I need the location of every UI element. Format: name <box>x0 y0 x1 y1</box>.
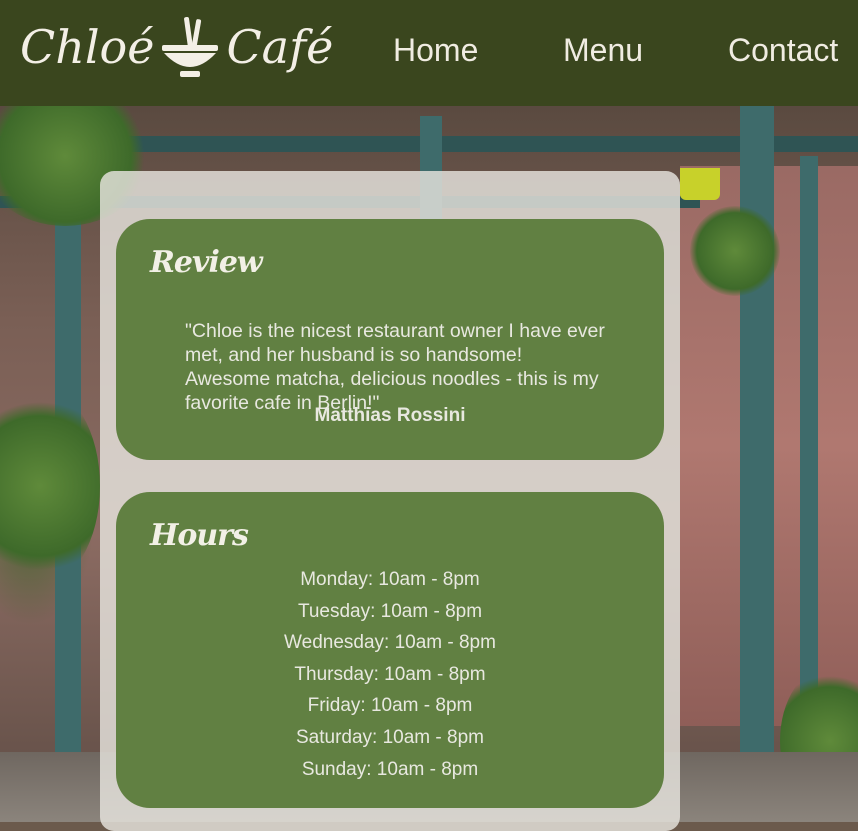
review-title: Review <box>150 245 263 280</box>
review-card: Review "Chloe is the nicest restaurant o… <box>116 219 664 460</box>
hours-card: Hours Monday: 10am - 8pm Tuesday: 10am -… <box>116 492 664 808</box>
review-quote: "Chloe is the nicest restaurant owner I … <box>185 319 605 414</box>
hours-list: Monday: 10am - 8pm Tuesday: 10am - 8pm W… <box>116 564 664 785</box>
hours-wednesday: Wednesday: 10am - 8pm <box>284 632 496 654</box>
review-author: Matthias Rossini <box>314 405 466 426</box>
logo-text-left: Chloé <box>20 20 155 74</box>
background-pot <box>680 168 720 200</box>
noodle-bowl-icon <box>162 16 219 77</box>
logo-text-right: Café <box>226 20 334 74</box>
site-logo[interactable]: Chloé Café <box>20 12 333 82</box>
hours-friday: Friday: 10am - 8pm <box>307 695 473 717</box>
hours-tuesday: Tuesday: 10am - 8pm <box>297 600 483 622</box>
background-plant <box>0 386 100 586</box>
hours-thursday: Thursday: 10am - 8pm <box>294 663 486 685</box>
nav-home-link[interactable]: Home <box>393 32 478 69</box>
hours-saturday: Saturday: 10am - 8pm <box>296 726 484 748</box>
background-plant <box>690 206 780 296</box>
site-header: Chloé Café Home Menu Contact <box>0 0 858 106</box>
hours-title: Hours <box>150 518 249 553</box>
hours-sunday: Sunday: 10am - 8pm <box>301 758 479 780</box>
nav-menu-link[interactable]: Menu <box>563 32 643 69</box>
nav-contact-link[interactable]: Contact <box>728 32 838 69</box>
hours-monday: Monday: 10am - 8pm <box>300 569 480 590</box>
